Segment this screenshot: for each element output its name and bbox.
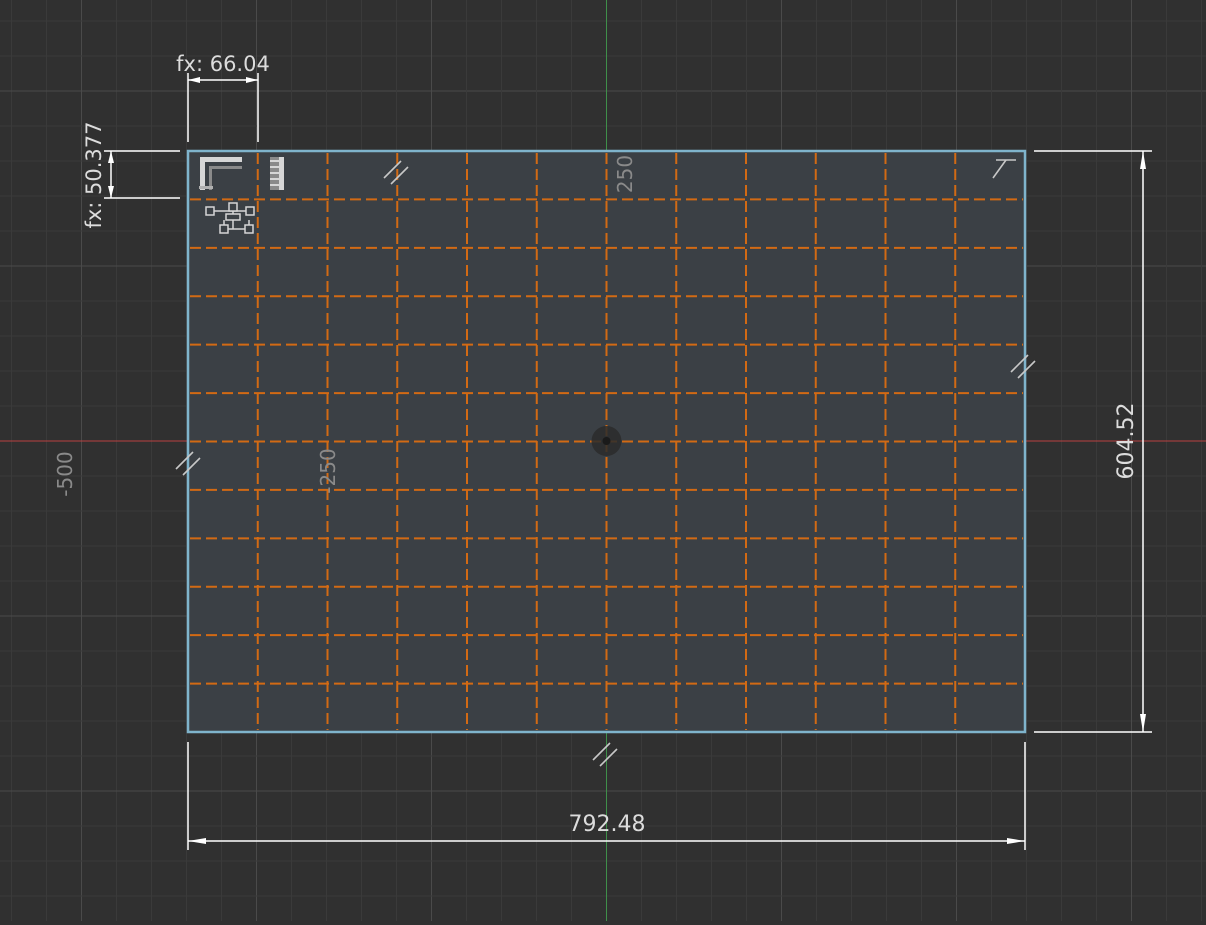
pattern-height-dimension-text[interactable]: fx: 50.377 bbox=[82, 121, 106, 228]
pattern-width-dimension[interactable] bbox=[187, 73, 259, 142]
pattern-width-dimension-text[interactable]: fx: 66.04 bbox=[176, 52, 270, 76]
pattern-height-dimension[interactable] bbox=[104, 150, 180, 199]
design-viewport[interactable]: -500 -250 250 fx: 66.04 fx: 50.377 792.4… bbox=[0, 0, 1206, 921]
sketch-canvas[interactable]: -500 -250 250 fx: 66.04 fx: 50.377 792.4… bbox=[0, 0, 1206, 921]
edge-profile-icon[interactable] bbox=[270, 157, 284, 190]
axis-label-x-neg-500: -500 bbox=[53, 451, 77, 496]
total-width-dimension-text[interactable]: 792.48 bbox=[569, 812, 646, 837]
center-point-icon[interactable] bbox=[591, 426, 622, 456]
parallel-constraint-icon[interactable] bbox=[592, 742, 618, 767]
axis-label-x-neg-250: -250 bbox=[316, 448, 340, 493]
axis-label-y-250: 250 bbox=[613, 155, 637, 193]
total-height-dimension-text[interactable]: 604.52 bbox=[1114, 403, 1139, 480]
